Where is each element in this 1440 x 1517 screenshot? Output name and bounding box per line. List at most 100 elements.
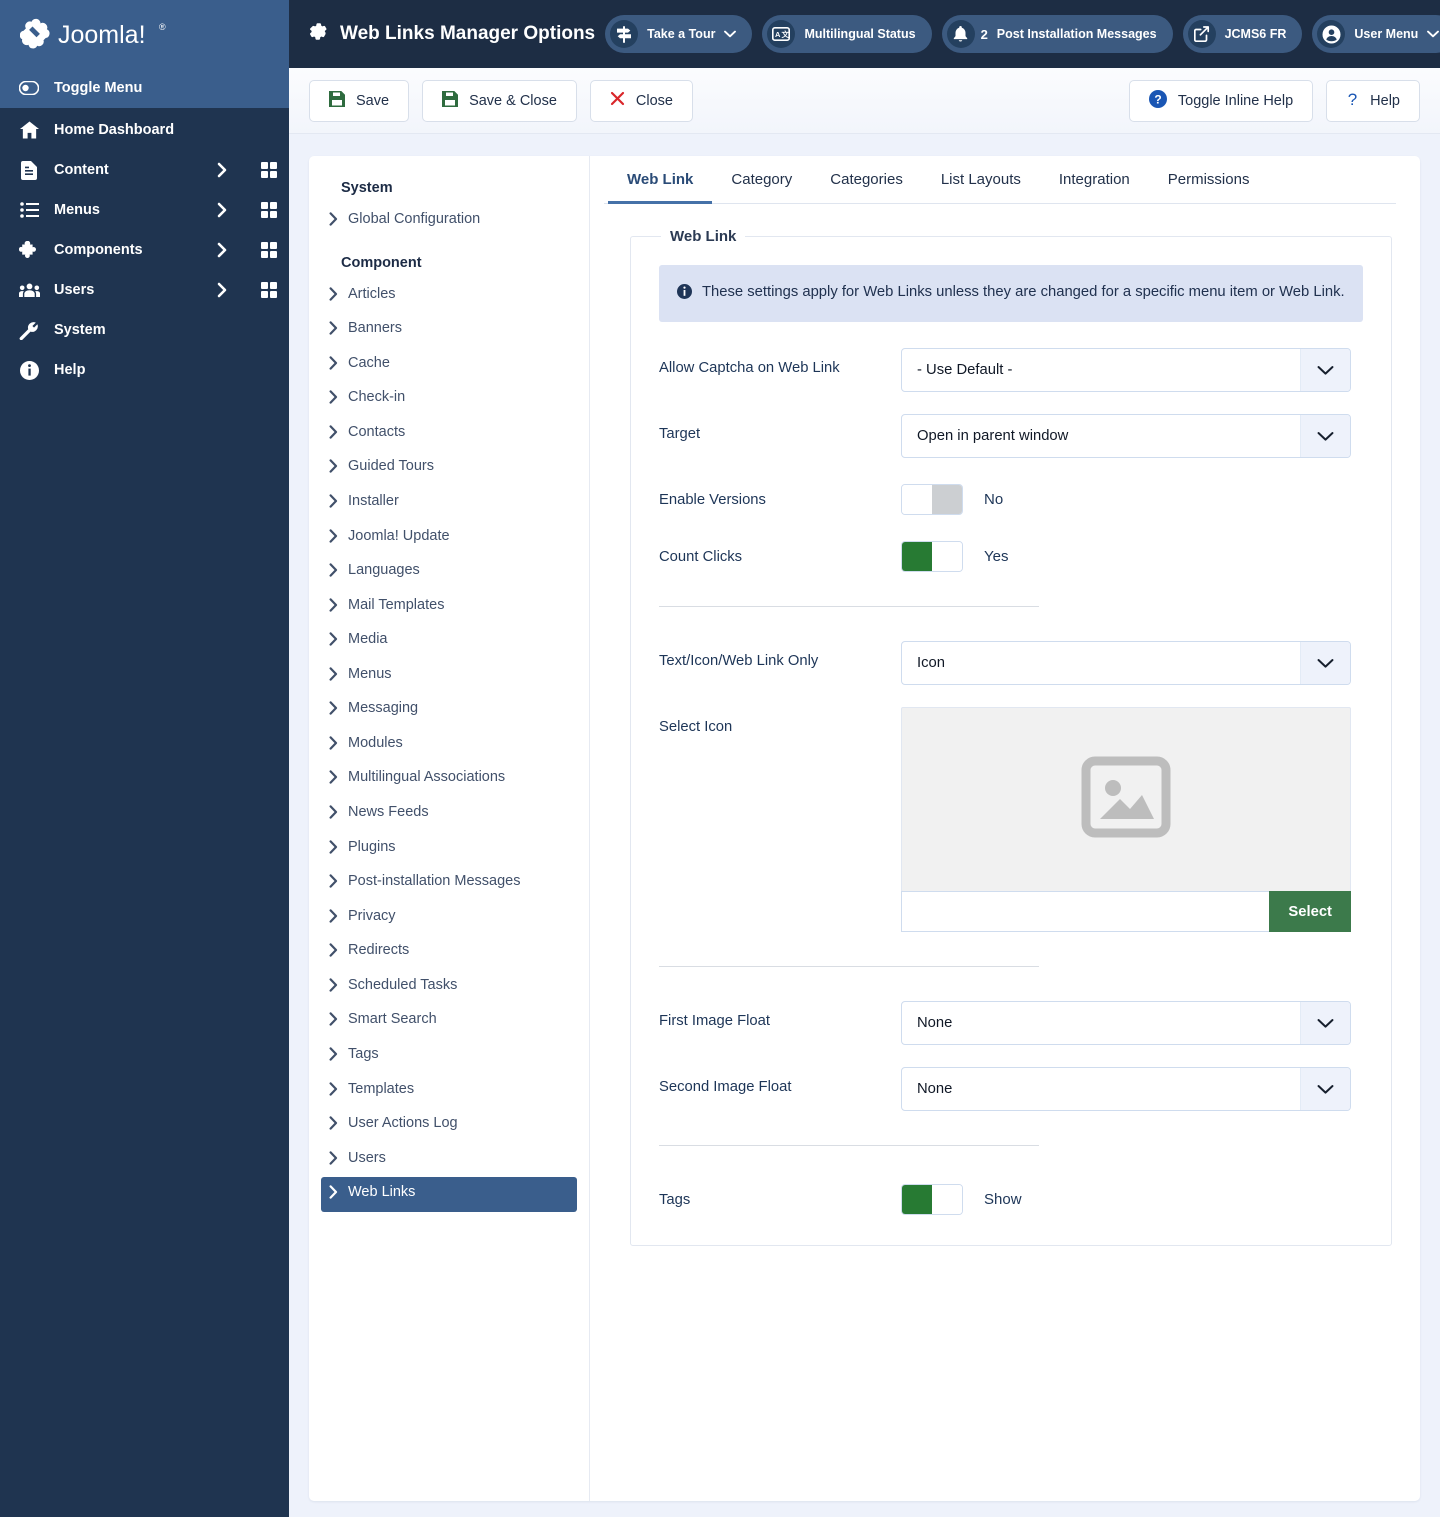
sidebar-item-menus[interactable]: Menus	[0, 190, 289, 230]
tab-categories[interactable]: Categories	[811, 156, 922, 204]
enable-versions-toggle[interactable]	[901, 484, 963, 516]
sidebar-item-home-dashboard[interactable]: Home Dashboard	[0, 110, 289, 150]
list-item[interactable]: Plugins	[321, 832, 577, 867]
chevron-down-icon	[724, 27, 737, 41]
list-item[interactable]: Joomla! Update	[321, 521, 577, 556]
toggle-inline-help-button[interactable]: ? Toggle Inline Help	[1128, 79, 1314, 122]
second-image-float-label: Second Image Float	[659, 1079, 792, 1096]
info-alert: These settings apply for Web Links unles…	[659, 265, 1363, 323]
list-item[interactable]: Articles	[321, 279, 577, 314]
tab-integration[interactable]: Integration	[1040, 156, 1149, 204]
close-button[interactable]: Close	[589, 79, 693, 122]
select-icon-input[interactable]	[901, 891, 1270, 933]
sidebar-item-system[interactable]: System	[0, 310, 289, 350]
list-item[interactable]: Privacy	[321, 901, 577, 936]
list-item[interactable]: Post-installation Messages	[321, 866, 577, 901]
sidebar-item-label: Components	[54, 242, 143, 258]
chevron-right-icon	[329, 285, 339, 308]
site-link-button[interactable]: JCMS6 FR	[1182, 15, 1303, 53]
second-image-float-select[interactable]: None	[901, 1067, 1351, 1112]
app-root: Joomla! ® Toggle Menu Home Dashboard Con…	[0, 0, 1440, 1517]
bell-icon	[946, 20, 975, 48]
first-image-float-select[interactable]: None	[901, 1001, 1351, 1046]
list-item[interactable]: Languages	[321, 555, 577, 590]
list-item[interactable]: Contacts	[321, 417, 577, 452]
list-item[interactable]: Installer	[321, 486, 577, 521]
allow-captcha-select[interactable]: - Use Default -	[901, 348, 1351, 393]
save-and-close-button[interactable]: Save & Close	[422, 79, 577, 122]
select-icon-button[interactable]: Select	[1269, 891, 1351, 933]
content-dashboard-grid-button[interactable]	[249, 161, 289, 179]
multilingual-status-button[interactable]: A文 Multilingual Status	[762, 15, 932, 53]
divider	[659, 1145, 1039, 1147]
user-menu-button[interactable]: User Menu	[1312, 15, 1440, 53]
list-item[interactable]: Smart Search	[321, 1004, 577, 1039]
list-item[interactable]: Web Links	[321, 1177, 577, 1212]
list-item[interactable]: Menus	[321, 659, 577, 694]
chevron-right-icon	[329, 768, 339, 791]
post-installation-messages-button[interactable]: 2 Post Installation Messages	[941, 15, 1173, 53]
tab-category[interactable]: Category	[712, 156, 811, 204]
take-a-tour-label: Take a Tour	[647, 27, 716, 41]
chevron-right-icon	[209, 202, 235, 218]
svg-text:?: ?	[1154, 92, 1161, 106]
joomla-logo[interactable]: Joomla! ®	[0, 0, 289, 68]
main-area: Web Links Manager Options Take a Tour A文…	[289, 0, 1440, 1517]
list-item[interactable]: Banners	[321, 313, 577, 348]
sidebar-item-users[interactable]: Users	[0, 270, 289, 310]
sidebar-item-content[interactable]: Content	[0, 150, 289, 190]
list-item[interactable]: Guided Tours	[321, 451, 577, 486]
sidebar-item-components[interactable]: Components	[0, 230, 289, 270]
list-item[interactable]: Tags	[321, 1039, 577, 1074]
list-item[interactable]: Messaging	[321, 693, 577, 728]
save-label: Save	[356, 92, 390, 109]
tab-permissions[interactable]: Permissions	[1149, 156, 1269, 204]
save-button[interactable]: Save	[309, 79, 410, 122]
list-item[interactable]: Mail Templates	[321, 590, 577, 625]
list-item[interactable]: News Feeds	[321, 797, 577, 832]
close-label: Close	[635, 92, 673, 109]
list-item[interactable]: Users	[321, 1143, 577, 1178]
list-item[interactable]: Cache	[321, 348, 577, 383]
question-mark-icon: ?	[1346, 90, 1359, 112]
tags-toggle[interactable]	[901, 1184, 963, 1216]
options-component-list: System Global Configuration Component Ar…	[309, 156, 590, 1501]
target-select[interactable]: Open in parent window	[901, 414, 1351, 459]
count-clicks-toggle[interactable]	[901, 541, 963, 573]
toggle-menu-button[interactable]: Toggle Menu	[0, 68, 289, 108]
component-list: Articles Banners Cache Check-in Contacts Guid…	[321, 279, 577, 1212]
help-button[interactable]: ? Help	[1326, 79, 1420, 122]
icon-preview[interactable]	[901, 707, 1351, 893]
tab-list-layouts[interactable]: List Layouts	[922, 156, 1040, 204]
list-item-label: Plugins	[348, 838, 396, 855]
list-item-label: Modules	[348, 734, 403, 751]
enable-versions-state: No	[984, 491, 1004, 509]
svg-text:?: ?	[1348, 90, 1357, 108]
take-a-tour-button[interactable]: Take a Tour	[605, 15, 753, 53]
tab-web-link[interactable]: Web Link	[608, 156, 713, 204]
list-item[interactable]: Global Configuration	[321, 204, 577, 239]
list-item-label: Joomla! Update	[348, 527, 450, 544]
list-item[interactable]: User Actions Log	[321, 1108, 577, 1143]
menus-dashboard-grid-button[interactable]	[249, 201, 289, 219]
sidebar-item-help[interactable]: Help	[0, 350, 289, 390]
list-item[interactable]: Modules	[321, 728, 577, 763]
list-item[interactable]: Redirects	[321, 935, 577, 970]
list-item[interactable]: Check-in	[321, 382, 577, 417]
users-dashboard-grid-button[interactable]	[249, 281, 289, 299]
text-icon-select[interactable]: Icon	[901, 641, 1351, 686]
list-item[interactable]: Scheduled Tasks	[321, 970, 577, 1005]
list-item-label: News Feeds	[348, 804, 429, 820]
chevron-right-icon	[329, 1114, 339, 1137]
list-item[interactable]: Media	[321, 624, 577, 659]
components-dashboard-grid-button[interactable]	[249, 241, 289, 259]
chevron-right-icon	[329, 596, 339, 619]
list-item-label: Post-installation Messages	[348, 873, 521, 890]
field-row-allow-captcha: Allow Captcha on Web Link - Use Default …	[659, 348, 1363, 393]
save-and-close-label: Save & Close	[469, 92, 557, 109]
list-item-label: Messaging	[348, 700, 419, 717]
document-icon	[18, 160, 40, 180]
list-item[interactable]: Multilingual Associations	[321, 762, 577, 797]
list-item[interactable]: Templates	[321, 1074, 577, 1109]
top-header: Web Links Manager Options Take a Tour A文…	[289, 0, 1440, 68]
